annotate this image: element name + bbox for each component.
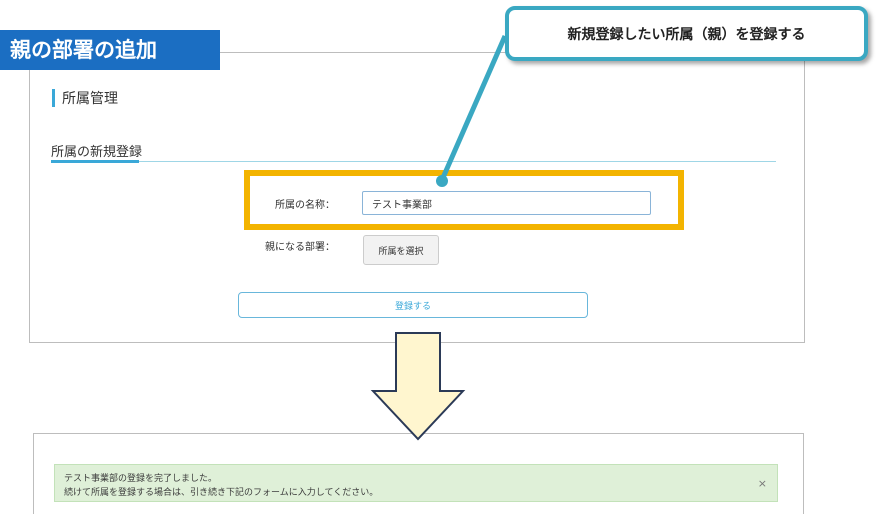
- callout-connector: [436, 34, 508, 187]
- callout-box: 新規登録したい所属（親）を登録する: [505, 6, 868, 61]
- callout-connector-line: [439, 34, 508, 182]
- callout-connector-dot: [436, 175, 448, 187]
